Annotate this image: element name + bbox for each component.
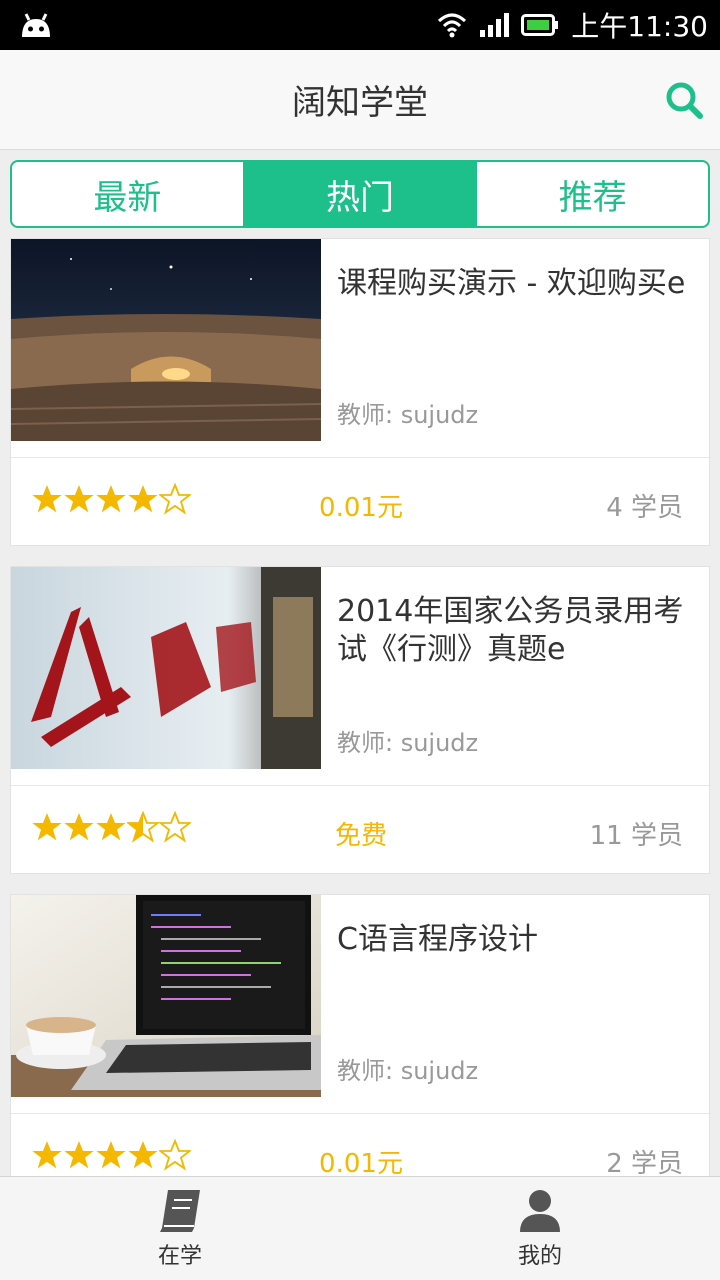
- star-empty-icon: [159, 483, 191, 515]
- course-price: 免费: [334, 821, 387, 851]
- star-full-icon: [32, 485, 62, 513]
- search-icon[interactable]: [664, 80, 704, 120]
- course-teacher: 教师: sujudz: [337, 1057, 479, 1085]
- course-card[interactable]: C语言程序设计 教师: sujudz 0.01元 2 学员: [10, 894, 711, 1202]
- rating-stars: [31, 811, 191, 851]
- course-card[interactable]: 2014年国家公务员录用考试《行测》真题e 教师: sujudz 免费 11 学…: [10, 566, 711, 874]
- tab-popular[interactable]: 热门: [244, 162, 478, 226]
- user-icon: [520, 1189, 560, 1232]
- course-students: 2 学员: [606, 1149, 683, 1179]
- rating-stars: [31, 1139, 191, 1179]
- course-price: 0.01元: [319, 493, 403, 523]
- book-icon: [160, 1189, 200, 1232]
- nav-label: 在学: [157, 1243, 202, 1269]
- course-title: 课程购买演示 - 欢迎购买e: [337, 266, 686, 301]
- star-full-icon: [128, 485, 158, 513]
- star-full-icon: [64, 485, 94, 513]
- star-full-icon: [128, 1141, 158, 1169]
- tab-latest[interactable]: 最新: [12, 162, 245, 226]
- status-time: 上午11:30: [571, 10, 708, 43]
- course-thumbnail: [11, 239, 321, 441]
- android-icon: [22, 13, 50, 37]
- course-thumbnail: [11, 567, 321, 769]
- star-full-icon: [32, 813, 62, 841]
- bottom-nav: 在学 我的: [0, 1176, 720, 1280]
- course-title: C语言程序设计: [337, 922, 538, 957]
- course-card[interactable]: 课程购买演示 - 欢迎购买e 教师: sujudz 0.01元 4 学员: [10, 238, 711, 546]
- tab-recommended[interactable]: 推荐: [477, 162, 708, 226]
- star-full-icon: [64, 1141, 94, 1169]
- battery-icon: [521, 14, 559, 36]
- nav-item-learning[interactable]: 在学: [0, 1177, 360, 1280]
- course-students: 11 学员: [589, 821, 683, 851]
- star-empty-icon: [159, 1139, 191, 1171]
- divider: [11, 1113, 711, 1114]
- course-price: 0.01元: [319, 1149, 403, 1179]
- tab-bar: 最新 热门 推荐: [10, 160, 710, 228]
- page-title: 阔知学堂: [292, 83, 428, 123]
- course-students: 4 学员: [606, 493, 683, 523]
- nav-label: 我的: [517, 1243, 562, 1269]
- status-bar: 上午11:30: [0, 0, 720, 50]
- wifi-icon: [438, 13, 467, 38]
- divider: [11, 457, 711, 458]
- star-full-icon: [96, 813, 126, 841]
- star-half-icon: [127, 811, 159, 843]
- nav-item-mine[interactable]: 我的: [360, 1177, 720, 1280]
- star-full-icon: [64, 813, 94, 841]
- star-empty-icon: [159, 811, 191, 843]
- star-full-icon: [32, 1141, 62, 1169]
- divider: [11, 785, 711, 786]
- course-title: 2014年国家公务员录用考试《行测》真题e: [337, 594, 684, 667]
- rating-stars: [31, 483, 191, 523]
- star-full-icon: [96, 485, 126, 513]
- star-full-icon: [96, 1141, 126, 1169]
- app-header: 阔知学堂: [0, 50, 720, 150]
- course-thumbnail: [11, 895, 321, 1097]
- course-teacher: 教师: sujudz: [337, 401, 479, 429]
- course-teacher: 教师: sujudz: [337, 729, 479, 757]
- signal-icon: [480, 13, 510, 37]
